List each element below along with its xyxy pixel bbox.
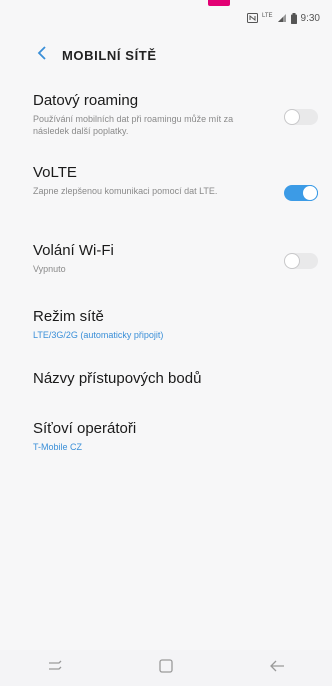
setting-data-roaming[interactable]: Datový roaming Používání mobilních dat p… (0, 82, 332, 156)
toggle-knob (284, 109, 300, 125)
back-nav-button[interactable] (257, 653, 297, 683)
setting-label: VoLTE (33, 164, 77, 181)
chevron-left-icon (37, 45, 47, 65)
volte-toggle[interactable] (284, 185, 318, 201)
status-time: 9:30 (300, 12, 320, 24)
setting-description: Používání mobilních dat při roamingu můž… (33, 114, 234, 136)
setting-value: LTE/3G/2G (automaticky připojit) (33, 330, 164, 340)
home-icon (159, 658, 173, 678)
setting-access-point-names[interactable]: Názvy přístupových bodů (0, 368, 332, 420)
setting-wifi-calling[interactable]: Volání Wi-Fi Vypnuto (0, 238, 332, 308)
setting-label: Režim sítě (33, 308, 104, 325)
navigation-bar (0, 650, 332, 686)
settings-list: Datový roaming Používání mobilních dat p… (0, 82, 332, 480)
setting-description: Zapne zlepšenou komunikaci pomocí dat LT… (33, 186, 218, 196)
setting-network-mode[interactable]: Režim sítě LTE/3G/2G (automaticky připoj… (0, 308, 332, 368)
signal-icon (277, 13, 287, 23)
setting-description: Vypnuto (33, 264, 66, 274)
nfc-icon (246, 13, 258, 23)
back-button[interactable] (30, 43, 54, 67)
setting-label: Volání Wi-Fi (33, 242, 114, 259)
setting-label: Datový roaming (33, 92, 139, 109)
home-button[interactable] (146, 653, 186, 683)
app-header: MOBILNÍ SÍTĚ (0, 34, 332, 76)
battery-icon (290, 12, 297, 24)
recents-icon (47, 659, 63, 678)
page-title: MOBILNÍ SÍTĚ (62, 47, 157, 63)
setting-volte[interactable]: VoLTE Zapne zlepšenou komunikaci pomocí … (0, 156, 332, 238)
data-roaming-toggle[interactable] (284, 109, 318, 125)
setting-value: T-Mobile CZ (33, 442, 83, 452)
back-arrow-icon (269, 659, 285, 678)
wifi-calling-toggle[interactable] (284, 253, 318, 269)
setting-network-operators[interactable]: Síťoví operátoři T-Mobile CZ (0, 420, 332, 480)
recents-button[interactable] (35, 653, 75, 683)
network-type-label: LTE (261, 13, 273, 19)
status-bar: LTE 9:30 (0, 6, 332, 30)
toggle-knob (302, 185, 318, 201)
setting-label: Názvy přístupových bodů (33, 370, 202, 387)
phone-screen: LTE 9:30 MOBILNÍ SÍTĚ Datový roaming Pou… (0, 0, 332, 686)
setting-label: Síťoví operátoři (33, 420, 137, 437)
toggle-knob (284, 253, 300, 269)
